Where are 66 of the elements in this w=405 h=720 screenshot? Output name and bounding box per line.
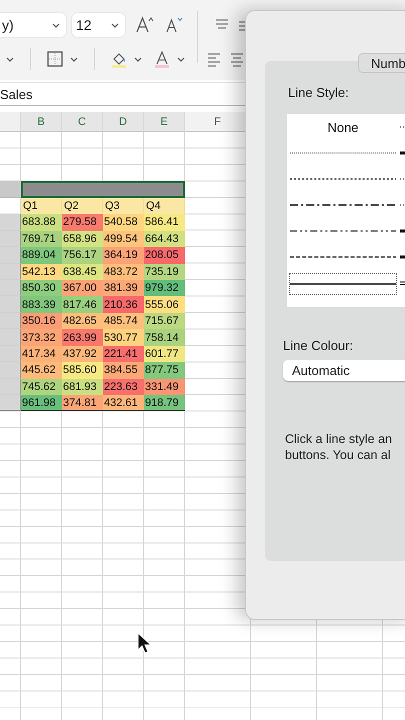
table-cell: 540.58 bbox=[103, 214, 144, 231]
table-cell: 889.04 bbox=[21, 247, 62, 264]
table-cell: 961.98 bbox=[21, 395, 62, 412]
table-cell: 979.32 bbox=[144, 280, 185, 296]
column-letter[interactable]: C bbox=[62, 112, 103, 132]
table-cell: 367.00 bbox=[62, 280, 103, 296]
table-cell: 664.43 bbox=[144, 230, 185, 248]
table-cell: 384.55 bbox=[103, 362, 144, 379]
table-cell: 542.13 bbox=[21, 264, 62, 280]
font-size-dropdown[interactable]: 12 bbox=[72, 13, 125, 37]
table-cell: 715.67 bbox=[144, 312, 185, 330]
font-name-dropdown[interactable]: y) bbox=[0, 13, 66, 37]
table-cell: 373.32 bbox=[21, 329, 62, 346]
column-header: Q2 bbox=[62, 198, 103, 214]
table-cell: 769.71 bbox=[21, 230, 62, 248]
table-cell: 918.79 bbox=[144, 395, 185, 412]
number-tab[interactable]: Numb bbox=[358, 53, 405, 73]
table-cell: 331.49 bbox=[144, 378, 185, 396]
table-cell: 555.06 bbox=[144, 296, 185, 313]
table-cell: 586.41 bbox=[144, 214, 185, 231]
table-cell: 374.81 bbox=[62, 395, 103, 412]
table-cell: 221.41 bbox=[103, 346, 144, 362]
table-cell: 364.19 bbox=[103, 247, 144, 264]
table-cell: 817.46 bbox=[62, 296, 103, 313]
line-style-option[interactable]: None bbox=[289, 114, 397, 140]
line-style-label: Line Style: bbox=[288, 85, 350, 100]
line-style-list[interactable]: None bbox=[287, 114, 405, 307]
table-cell: 482.65 bbox=[62, 312, 103, 330]
column-header: Q3 bbox=[103, 198, 144, 214]
table-cell: 417.34 bbox=[21, 346, 62, 362]
table-cell: 350.16 bbox=[21, 312, 62, 330]
help-text: buttons. You can al bbox=[285, 447, 392, 463]
table-cell: 638.45 bbox=[62, 264, 103, 280]
help-text: Click a line style an bbox=[285, 431, 393, 447]
table-cell: 263.99 bbox=[62, 329, 103, 346]
table-cell: 208.05 bbox=[144, 247, 185, 264]
column-header: Q4 bbox=[144, 198, 185, 214]
column-header: Q1 bbox=[21, 198, 62, 214]
line-colour-dropdown[interactable]: Automatic bbox=[283, 360, 405, 381]
table-cell: 483.72 bbox=[103, 264, 144, 280]
table-cell: 279.58 bbox=[62, 214, 103, 231]
table-cell: 735.19 bbox=[144, 264, 185, 280]
column-letter[interactable]: E bbox=[144, 112, 185, 132]
table-cell: 883.39 bbox=[21, 296, 62, 313]
table-cell: 210.36 bbox=[103, 296, 144, 313]
table-cell: 683.88 bbox=[21, 214, 62, 231]
table-cell: 223.63 bbox=[103, 378, 144, 396]
column-letter[interactable]: D bbox=[103, 112, 144, 132]
table-cell: 756.17 bbox=[62, 247, 103, 264]
table-cell: 601.77 bbox=[144, 346, 185, 362]
table-cell: 485.74 bbox=[103, 312, 144, 330]
table-cell: 658.96 bbox=[62, 230, 103, 248]
line-colour-label: Line Colour: bbox=[283, 338, 354, 353]
table-cell: 758.14 bbox=[144, 329, 185, 346]
table-cell: 381.39 bbox=[103, 280, 144, 296]
table-cell: 437.92 bbox=[62, 346, 103, 362]
table-cell: 585.60 bbox=[62, 362, 103, 379]
column-letter[interactable]: B bbox=[21, 112, 62, 132]
table-cell: 681.93 bbox=[62, 378, 103, 396]
table-cell: 877.75 bbox=[144, 362, 185, 379]
table-cell: 745.62 bbox=[21, 378, 62, 396]
table-cell: 499.54 bbox=[103, 230, 144, 248]
table-cell: 530.77 bbox=[103, 329, 144, 346]
table-cell: 432.61 bbox=[103, 395, 144, 412]
table-cell: 445.62 bbox=[21, 362, 62, 379]
table-cell: 850.30 bbox=[21, 280, 62, 296]
